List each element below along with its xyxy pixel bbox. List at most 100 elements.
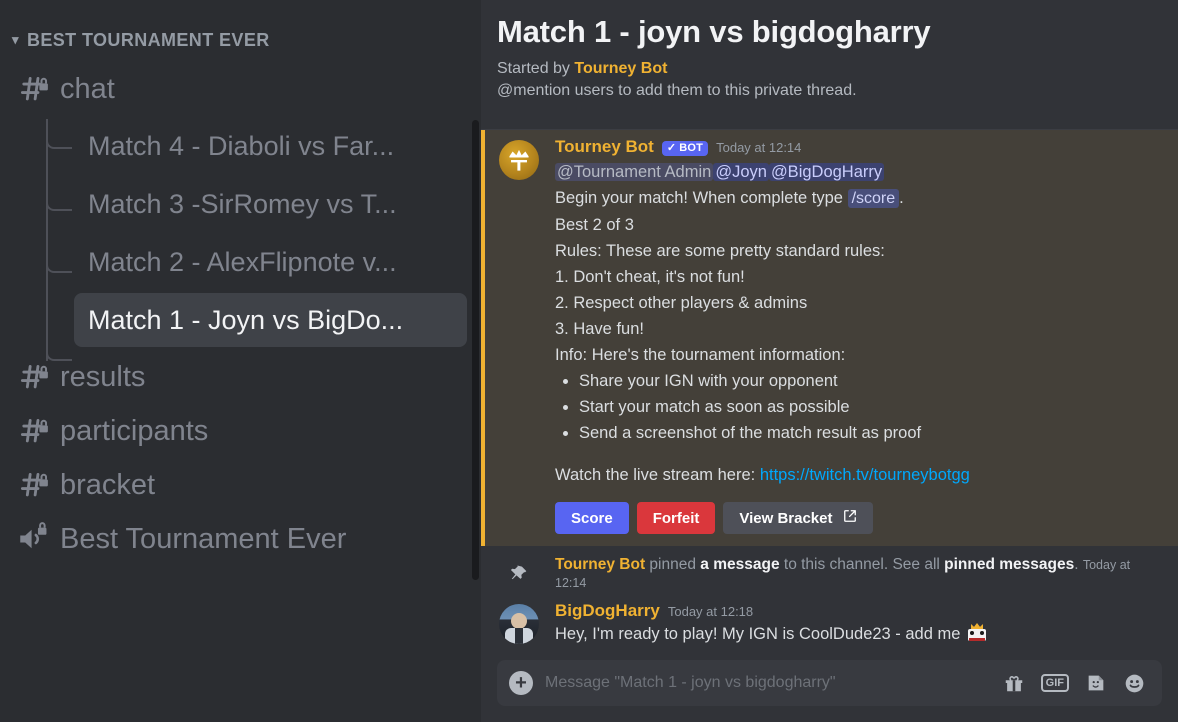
hash-locked-icon — [16, 360, 50, 394]
sidebar-item-chat[interactable]: chat — [8, 63, 473, 115]
thread-owner[interactable]: Tourney Bot — [574, 60, 667, 77]
sidebar-item-label: participants — [60, 414, 209, 447]
sidebar-item-participants[interactable]: participants — [8, 405, 473, 457]
message-info-bullets: Share your IGN with your opponent Start … — [579, 368, 1162, 446]
view-bracket-label: View Bracket — [739, 509, 833, 527]
sidebar-thread-match-4[interactable]: Match 4 - Diaboli vs Far... — [74, 119, 467, 173]
message-timestamp: Today at 12:14 — [716, 140, 802, 155]
sidebar-item-bracket[interactable]: bracket — [8, 459, 473, 511]
thread-panel: Match 1 - joyn vs bigdogharry Started by… — [481, 0, 1178, 722]
category-label: Best Tournament Ever — [26, 30, 270, 50]
score-button[interactable]: Score — [555, 502, 629, 534]
tourney-bot-crown-logo — [509, 149, 529, 171]
list-item: Start your match as soon as possible — [579, 394, 1162, 420]
thread-label: Match 3 -SirRomey vs T... — [88, 188, 397, 219]
message-text: Hey, I'm ready to play! My IGN is CoolDu… — [555, 621, 1162, 647]
hash-locked-icon — [16, 468, 50, 502]
message-begin-line: Begin your match! When complete type /sc… — [555, 185, 1162, 212]
crown-face-emoji — [967, 623, 987, 643]
message-header: BigDogHarry Today at 12:18 — [555, 602, 1162, 619]
gift-icon[interactable] — [1003, 672, 1025, 694]
message-author[interactable]: BigDogHarry — [555, 602, 660, 619]
add-attachment-icon[interactable]: + — [509, 671, 533, 695]
avatar-face — [511, 613, 527, 629]
message-stream-line: Watch the live stream here: https://twit… — [555, 462, 1162, 488]
started-prefix: Started by — [497, 60, 570, 77]
list-item: Share your IGN with your opponent — [579, 368, 1162, 394]
pin-mid: to this channel. See all — [779, 556, 945, 573]
external-link-icon — [843, 509, 857, 527]
pin-icon — [499, 564, 539, 584]
emoji-icon[interactable] — [1123, 672, 1146, 695]
stream-prefix: Watch the live stream here: — [555, 466, 760, 484]
message-best-of-line: Best 2 of 3 — [555, 216, 634, 234]
message-composer[interactable]: + GIF — [497, 660, 1162, 706]
sidebar-thread-match-3[interactable]: Match 3 -SirRomey vs T... — [74, 177, 467, 231]
channel-sidebar: ▾ Best Tournament Ever chat — [0, 0, 481, 722]
gif-icon[interactable]: GIF — [1040, 674, 1069, 692]
message-timestamp: Today at 12:18 — [667, 604, 754, 619]
hash-locked-icon — [16, 414, 50, 448]
view-bracket-button[interactable]: View Bracket — [723, 502, 873, 534]
sidebar-item-voice-best-tournament-ever[interactable]: Best Tournament Ever — [8, 513, 473, 565]
pin-period: . — [1074, 556, 1079, 573]
system-message-text: Tourney Bot pinned a message to this cha… — [555, 556, 1162, 592]
pinned-messages-link[interactable]: pinned messages — [944, 556, 1074, 573]
speaker-locked-icon — [16, 522, 50, 556]
composer-icons: GIF — [1003, 672, 1146, 695]
discord-window: ▾ Best Tournament Ever chat — [0, 0, 1178, 722]
sidebar-thread-match-2[interactable]: Match 2 - AlexFlipnote v... — [74, 235, 467, 289]
message-info-heading: Info: Here's the tournament information: — [555, 346, 846, 364]
thread-label: Match 2 - AlexFlipnote v... — [88, 246, 397, 277]
message-rule-2: 2. Respect other players & admins — [555, 294, 808, 312]
pin-object-link[interactable]: a message — [700, 556, 779, 573]
message-action-buttons: Score Forfeit View Bracket — [555, 502, 1162, 534]
thread-label: Match 1 - Joyn vs BigDo... — [88, 304, 404, 335]
mention-tournament-admin[interactable]: @Tournament Admin — [555, 163, 714, 181]
hash-locked-icon — [16, 72, 50, 106]
sidebar-item-label: results — [60, 360, 146, 393]
bot-badge-label: BOT — [679, 142, 704, 154]
message-rule-3: 3. Have fun! — [555, 320, 644, 338]
message-user: BigDogHarry Today at 12:18 Hey, I'm read… — [481, 596, 1178, 651]
begin-text-pre: Begin your match! When complete type — [555, 189, 848, 207]
message-body: BigDogHarry Today at 12:18 Hey, I'm read… — [555, 602, 1162, 647]
thread-header: Match 1 - joyn vs bigdogharry Started by… — [481, 0, 1178, 130]
message-input[interactable] — [545, 674, 991, 692]
composer-area: + GIF — [481, 660, 1178, 722]
message-text-content: Hey, I'm ready to play! My IGN is CoolDu… — [555, 625, 961, 643]
bot-badge: ✓ BOT — [661, 141, 709, 156]
sidebar-item-label: chat — [60, 72, 115, 105]
list-item: Send a screenshot of the match result as… — [579, 420, 1162, 446]
sidebar-item-results[interactable]: results — [8, 351, 473, 403]
message-bot: Tourney Bot ✓ BOT Today at 12:14 @Tourna… — [481, 130, 1178, 546]
begin-text-post: . — [899, 189, 904, 207]
message-rules-heading: Rules: These are some pretty standard ru… — [555, 242, 885, 260]
thread-list: Match 4 - Diaboli vs Far... Match 3 -Sir… — [0, 119, 481, 361]
message-rule-1: 1. Don't cheat, it's not fun! — [555, 268, 745, 286]
message-author[interactable]: Tourney Bot — [555, 138, 654, 155]
message-header: Tourney Bot ✓ BOT Today at 12:14 — [555, 138, 1162, 157]
avatar[interactable] — [499, 604, 539, 644]
sticker-icon[interactable] — [1085, 672, 1107, 694]
message-mentions-line: @Tournament Admin @Joyn @BigDogHarry — [555, 159, 1162, 185]
pin-actor[interactable]: Tourney Bot — [555, 556, 645, 573]
twitch-stream-link[interactable]: https://twitch.tv/tourneybotgg — [760, 466, 970, 484]
avatar-body — [505, 628, 533, 644]
score-command-code: /score — [847, 189, 900, 208]
check-icon: ✓ — [666, 142, 677, 154]
mention-bigdogharry[interactable]: @BigDogHarry — [768, 163, 885, 181]
thread-subtitle: @mention users to add them to this priva… — [497, 82, 857, 99]
forfeit-button[interactable]: Forfeit — [636, 502, 716, 534]
category-header[interactable]: ▾ Best Tournament Ever — [0, 0, 481, 61]
message-list: Tourney Bot ✓ BOT Today at 12:14 @Tourna… — [481, 130, 1178, 660]
mention-joyn[interactable]: @Joyn — [713, 163, 769, 181]
sidebar-thread-match-1[interactable]: Match 1 - Joyn vs BigDo... — [74, 293, 467, 347]
thread-started-by: Started by Tourney Bot — [497, 60, 1162, 78]
chevron-down-icon[interactable]: ▾ — [12, 33, 19, 46]
sidebar-scrollbar[interactable] — [472, 120, 479, 580]
sidebar-item-label: Best Tournament Ever — [60, 522, 347, 555]
pin-verb: pinned — [645, 556, 701, 573]
sidebar-item-label: bracket — [60, 468, 156, 501]
avatar[interactable] — [499, 140, 539, 180]
